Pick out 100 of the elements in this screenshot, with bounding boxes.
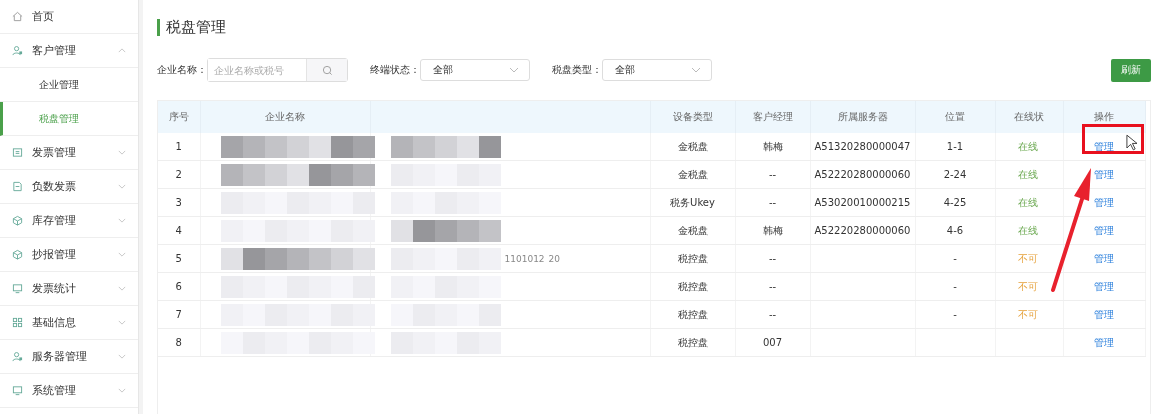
status-text: 不可 xyxy=(1017,252,1038,264)
table-cell: 1101012 xyxy=(504,253,545,264)
select-field[interactable]: 全部 xyxy=(420,59,530,81)
status-text: 在线 xyxy=(1017,168,1038,180)
manage-link[interactable]: 管理 xyxy=(1094,336,1114,348)
sidebar-item[interactable]: 发票管理 xyxy=(0,136,138,170)
table-cell: 8 xyxy=(175,337,182,348)
table-cell: 金税盘 xyxy=(677,224,708,236)
chevron-icon xyxy=(118,286,126,291)
sidebar-item[interactable]: 客户管理 xyxy=(0,34,138,68)
monitor-icon xyxy=(12,385,23,396)
chevron-icon xyxy=(118,388,126,393)
search-field[interactable]: 企业名称或税号 xyxy=(207,58,348,82)
table-cell: 税控盘 xyxy=(677,336,708,348)
chevron-icon xyxy=(118,354,126,359)
pointer-cursor-icon xyxy=(1126,134,1137,151)
column-header: 客户经理 xyxy=(752,111,793,122)
chevron-icon xyxy=(118,184,126,189)
manage-link[interactable]: 管理 xyxy=(1094,196,1114,208)
document-icon xyxy=(12,181,23,192)
table-cell: 6 xyxy=(175,281,182,292)
chevron-icon xyxy=(118,48,126,53)
chevron-icon xyxy=(118,252,126,257)
highlight-frame xyxy=(1082,124,1144,154)
sidebar-item[interactable]: 服务器管理 xyxy=(0,340,138,374)
table-cell: 4-25 xyxy=(943,197,967,208)
manage-link[interactable]: 管理 xyxy=(1094,252,1114,264)
select-field[interactable]: 全部 xyxy=(602,59,712,81)
sidebar-item[interactable]: 抄报管理 xyxy=(0,238,138,272)
sidebar-item[interactable]: 系统管理 xyxy=(0,374,138,408)
column-header: 序号 xyxy=(168,111,189,122)
filter-label: 税盘类型： xyxy=(552,63,602,77)
sidebar-item[interactable]: 首页 xyxy=(0,0,138,34)
status-text: 在线 xyxy=(1017,224,1038,236)
table-cell: - xyxy=(953,253,957,264)
table-cell: - xyxy=(953,281,957,292)
sidebar-item[interactable]: 库存管理 xyxy=(0,204,138,238)
table-cell: 3 xyxy=(175,197,182,208)
table-cell: -- xyxy=(768,281,777,292)
table-cell: 金税盘 xyxy=(677,140,708,152)
chevron-icon xyxy=(691,67,701,73)
sidebar-subitem[interactable]: 税盘管理 xyxy=(0,102,138,136)
table-cell: 4-6 xyxy=(946,225,964,236)
table-cell: A52220280000060 xyxy=(814,225,911,236)
table-cell: -- xyxy=(768,309,777,320)
column-header: 操作 xyxy=(1094,111,1114,122)
table-cell: 5 xyxy=(175,253,182,264)
grid-icon xyxy=(12,317,23,328)
table-cell: 税务Ukey xyxy=(670,196,715,208)
chevron-icon xyxy=(118,320,126,325)
table-cell: 2 xyxy=(175,169,182,180)
table-cell: 007 xyxy=(762,337,783,348)
status-text: 不可 xyxy=(1017,280,1038,292)
table-cell: A51320280000047 xyxy=(814,141,911,152)
chevron-icon xyxy=(509,67,519,73)
user-icon xyxy=(12,351,23,362)
status-text: 不可 xyxy=(1017,308,1038,320)
table-cell: 金税盘 xyxy=(677,168,708,180)
table-cell: 韩梅 xyxy=(762,140,783,152)
table-cell: 税控盘 xyxy=(677,308,708,320)
table-cell: 7 xyxy=(175,309,182,320)
monitor-icon xyxy=(12,283,23,294)
filter-label: 企业名称： xyxy=(157,63,207,77)
table-cell: 20 xyxy=(548,253,561,264)
table-cell: 4 xyxy=(175,225,182,236)
table-cell: A53020010000215 xyxy=(814,197,911,208)
column-header: 设备类型 xyxy=(672,111,713,122)
sidebar-item[interactable]: 发票统计 xyxy=(0,272,138,306)
table-cell: -- xyxy=(768,169,777,180)
sidebar-item[interactable]: 基础信息 xyxy=(0,306,138,340)
table-cell: 1 xyxy=(175,141,182,152)
page-title: 税盘管理 xyxy=(157,19,226,36)
home-icon xyxy=(12,11,23,22)
chevron-icon xyxy=(118,218,126,223)
status-text: 在线 xyxy=(1017,140,1038,152)
cube-icon xyxy=(12,215,23,226)
ticket-icon xyxy=(12,147,23,158)
manage-link[interactable]: 管理 xyxy=(1094,224,1114,236)
refresh-button[interactable]: 刷新 xyxy=(1111,58,1151,82)
manage-link[interactable]: 管理 xyxy=(1094,280,1114,292)
manage-link[interactable]: 管理 xyxy=(1094,308,1114,320)
user-icon xyxy=(12,45,23,56)
column-header: 企业名称 xyxy=(265,111,305,122)
column-header: 位置 xyxy=(945,111,965,122)
manage-link[interactable]: 管理 xyxy=(1094,168,1114,180)
column-header: 所属服务器 xyxy=(837,111,888,122)
chevron-icon xyxy=(118,150,126,155)
sidebar-subitem[interactable]: 企业管理 xyxy=(0,68,138,102)
table-cell: A52220280000060 xyxy=(814,169,911,180)
column-header: 在线状 xyxy=(1014,111,1044,122)
table-cell: 税控盘 xyxy=(677,252,708,264)
table-cell: -- xyxy=(768,253,777,264)
table-cell: - xyxy=(953,309,957,320)
status-text: 在线 xyxy=(1017,196,1038,208)
sidebar-item[interactable]: 负数发票 xyxy=(0,170,138,204)
search-icon xyxy=(321,64,333,76)
manage-link[interactable]: 管理 xyxy=(1094,140,1114,152)
filter-label: 终端状态： xyxy=(370,63,420,77)
table-cell: -- xyxy=(768,197,777,208)
table-cell: 韩梅 xyxy=(762,224,783,236)
